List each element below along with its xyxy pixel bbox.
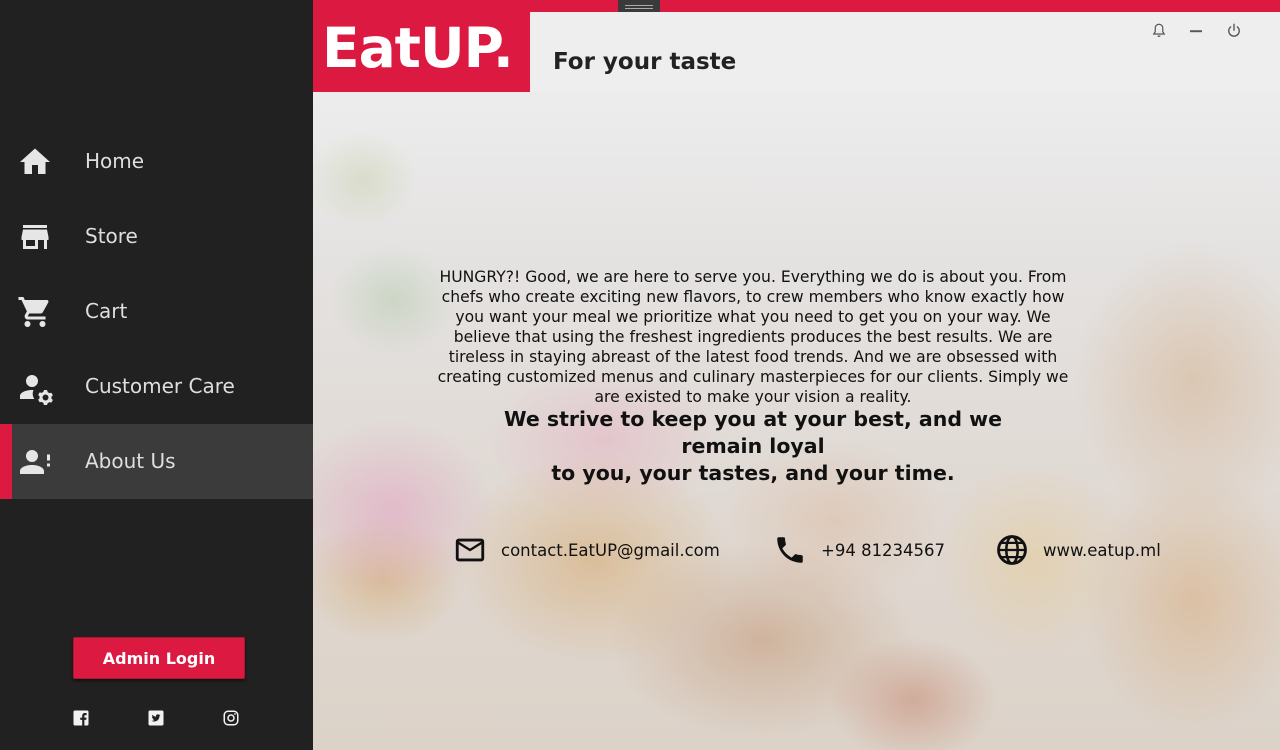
sidebar-item-home[interactable]: Home [0, 124, 313, 199]
home-icon [17, 144, 53, 180]
admin-login-button[interactable]: Admin Login [73, 637, 245, 679]
twitter-icon[interactable] [147, 709, 165, 727]
title-bar[interactable] [313, 0, 1280, 12]
account-cog-icon [17, 369, 53, 405]
mail-icon [453, 533, 487, 567]
tagline: For your taste [553, 49, 737, 75]
sidebar-item-label: About Us [85, 449, 176, 473]
contact-website: www.eatup.ml [995, 533, 1161, 567]
sidebar-item-about-us[interactable]: About Us [0, 424, 313, 499]
phone-icon [773, 533, 807, 567]
power-icon[interactable] [1225, 22, 1243, 40]
sidebar-item-label: Cart [85, 299, 128, 323]
sidebar-item-label: Home [85, 149, 145, 173]
sidebar-item-customer-care[interactable]: Customer Care [0, 349, 313, 424]
contact-email: contact.EatUP@gmail.com [453, 533, 720, 567]
cart-icon [17, 294, 53, 330]
globe-icon [995, 533, 1029, 567]
bell-icon[interactable] [1150, 22, 1168, 40]
motto: We strive to keep you at your best, and … [461, 406, 1045, 487]
sidebar-nav: Home Store Cart Customer Care About Us [0, 124, 313, 499]
phone-text: +94 81234567 [821, 540, 946, 560]
sidebar-item-label: Store [85, 224, 138, 248]
instagram-icon[interactable] [222, 709, 240, 727]
website-text: www.eatup.ml [1043, 540, 1161, 560]
facebook-icon[interactable] [72, 709, 90, 727]
contact-phone: +94 81234567 [773, 533, 945, 567]
sidebar-item-label: Customer Care [85, 374, 235, 398]
about-text: HUNGRY?! Good, we are here to serve you.… [437, 268, 1069, 406]
sidebar-item-store[interactable]: Store [0, 199, 313, 274]
main-panel: EatUP. For your taste HUNGRY?! Good, we … [313, 0, 1280, 750]
account-alert-icon [17, 444, 53, 480]
active-indicator [0, 424, 12, 499]
motto-line-2: to you, your tastes, and your time. [551, 461, 955, 485]
email-text: contact.EatUP@gmail.com [501, 540, 720, 560]
sidebar: Home Store Cart Customer Care About Us A… [0, 0, 313, 750]
store-icon [17, 219, 53, 255]
logo: EatUP. [313, 12, 530, 92]
minimize-icon[interactable] [1187, 22, 1205, 40]
motto-line-1: We strive to keep you at your best, and … [503, 407, 1002, 458]
sidebar-item-cart[interactable]: Cart [0, 274, 313, 349]
